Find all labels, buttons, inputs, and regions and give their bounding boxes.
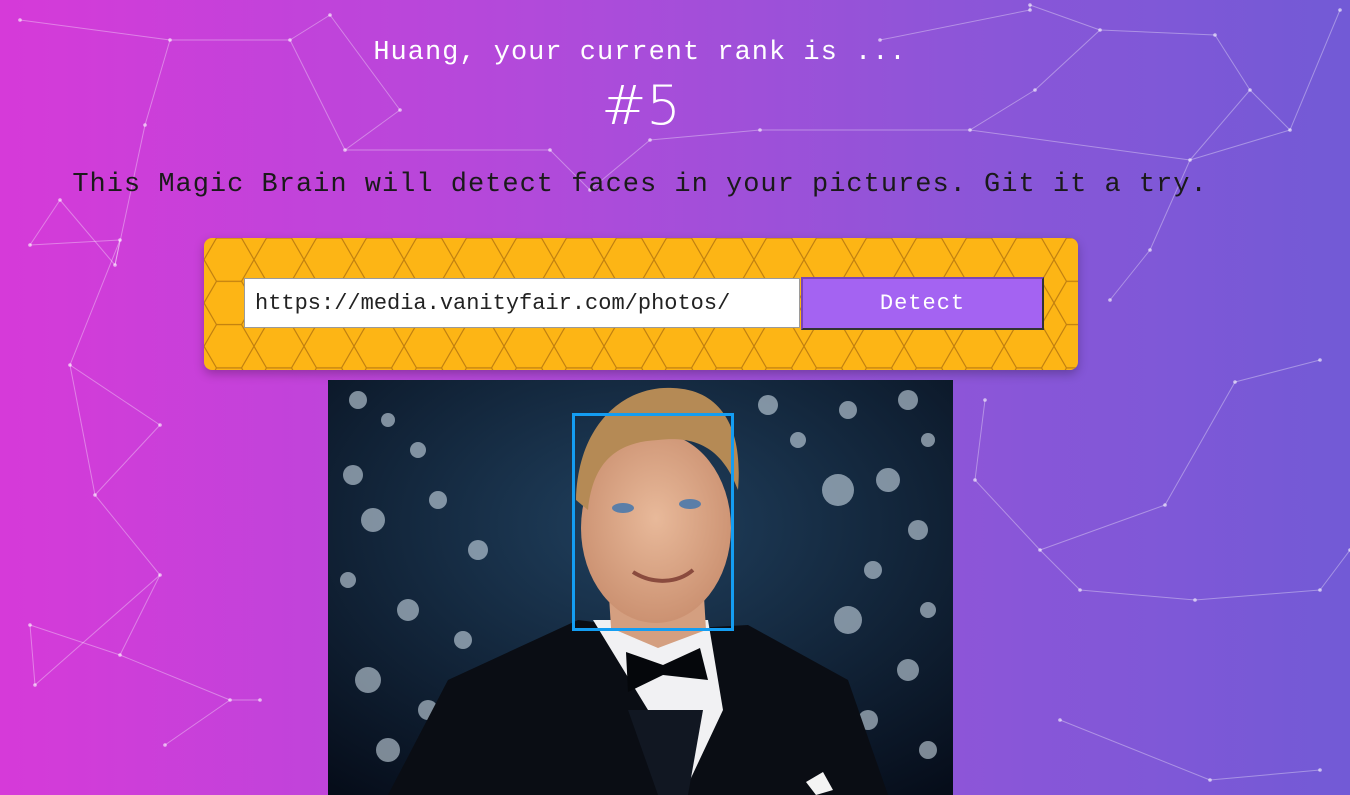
app-description: This Magic Brain will detect faces in yo… <box>72 170 1208 200</box>
uploaded-photo <box>328 380 953 795</box>
face-bounding-box <box>572 413 734 631</box>
image-url-input[interactable] <box>244 278 800 328</box>
rank-greeting: Huang, your current rank is ... <box>373 38 907 68</box>
rank-number: #5 <box>601 74 681 137</box>
detect-button[interactable]: Detect <box>801 277 1044 330</box>
image-url-form: Detect <box>204 238 1078 370</box>
